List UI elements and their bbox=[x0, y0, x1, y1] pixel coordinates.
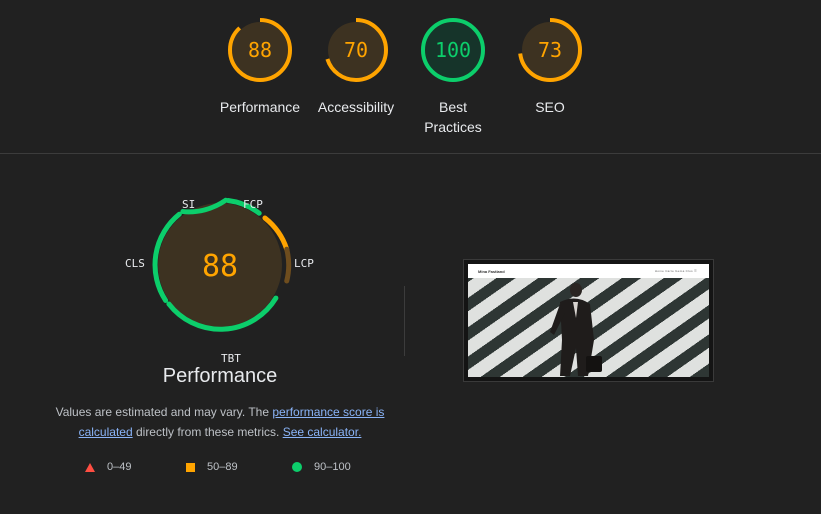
orange-square-icon bbox=[186, 462, 195, 472]
screenshot-site-header: Mina Fastland Home Carte Gema Clos ☰ bbox=[468, 264, 709, 278]
metric-label-si: SI bbox=[182, 198, 196, 211]
red-triangle-icon bbox=[85, 462, 95, 472]
legend-item-pass: 90–100 bbox=[292, 461, 351, 473]
metric-label-cls: CLS bbox=[125, 257, 145, 270]
see-calculator-link[interactable]: See calculator. bbox=[283, 425, 362, 439]
metric-label-fcp: FCP bbox=[243, 198, 263, 211]
screenshot-site-logo: Mina Fastland bbox=[478, 269, 505, 274]
gauge-segment-lcp-remainder bbox=[284, 246, 292, 284]
screenshot-site-nav: Home Carte Gema Clos ☰ bbox=[654, 269, 697, 273]
gauge-label: SEO bbox=[535, 99, 565, 115]
gauge-label: Best Practices bbox=[424, 99, 482, 135]
gauge-score: 100 bbox=[435, 38, 471, 62]
green-circle-icon bbox=[292, 462, 302, 472]
score-legend: 0–49 50–89 90–100 bbox=[0, 459, 440, 475]
vertical-separator bbox=[404, 286, 405, 356]
performance-title: Performance bbox=[162, 365, 278, 387]
performance-score: 88 bbox=[202, 249, 238, 284]
gauge-ring-icon: 100 bbox=[421, 18, 485, 82]
businessman-walking-icon bbox=[550, 283, 602, 376]
gauge-ring-icon: 88 bbox=[228, 18, 292, 82]
gauge-performance[interactable]: 88 Performance bbox=[214, 17, 306, 117]
performance-gauge-ring-icon: 88 bbox=[152, 197, 292, 332]
score-gauges: 88 Performance 70 Accessibility 100 Best… bbox=[0, 0, 821, 153]
screenshot-image: Mina Fastland Home Carte Gema Clos ☰ bbox=[468, 264, 709, 377]
gauge-ring-icon: 73 bbox=[518, 18, 582, 82]
section-divider bbox=[0, 153, 821, 154]
score-note: Values are estimated and may vary. The p… bbox=[40, 402, 400, 442]
gauge-score: 88 bbox=[248, 38, 272, 62]
lighthouse-report: 88 Performance 70 Accessibility 100 Best… bbox=[0, 0, 821, 514]
legend-range: 0–49 bbox=[107, 461, 132, 473]
gauge-score: 73 bbox=[538, 38, 562, 62]
gauge-best-practices[interactable]: 100 Best Practices bbox=[407, 17, 499, 137]
legend-range: 90–100 bbox=[314, 461, 351, 473]
gauge-label: Performance bbox=[219, 99, 301, 115]
gauge-accessibility[interactable]: 70 Accessibility bbox=[310, 17, 402, 117]
gauge-seo[interactable]: 73 SEO bbox=[504, 17, 596, 117]
legend-item-average: 50–89 bbox=[186, 461, 238, 473]
metric-label-lcp: LCP bbox=[294, 257, 314, 270]
note-text-middle: directly from these metrics. bbox=[132, 425, 283, 439]
legend-range: 50–89 bbox=[207, 461, 238, 473]
gauge-ring-icon: 70 bbox=[324, 18, 388, 82]
metric-label-tbt: TBT bbox=[221, 352, 241, 365]
performance-metric-gauge: 88 SI FCP LCP TBT CLS bbox=[110, 190, 330, 365]
gauge-score: 70 bbox=[344, 38, 368, 62]
final-screenshot-thumbnail[interactable]: Mina Fastland Home Carte Gema Clos ☰ bbox=[463, 259, 714, 382]
screenshot-hero-photo bbox=[468, 278, 709, 377]
legend-item-fail: 0–49 bbox=[85, 461, 131, 473]
gauge-label: Accessibility bbox=[317, 99, 395, 115]
note-text-prefix: Values are estimated and may vary. The bbox=[55, 405, 273, 419]
